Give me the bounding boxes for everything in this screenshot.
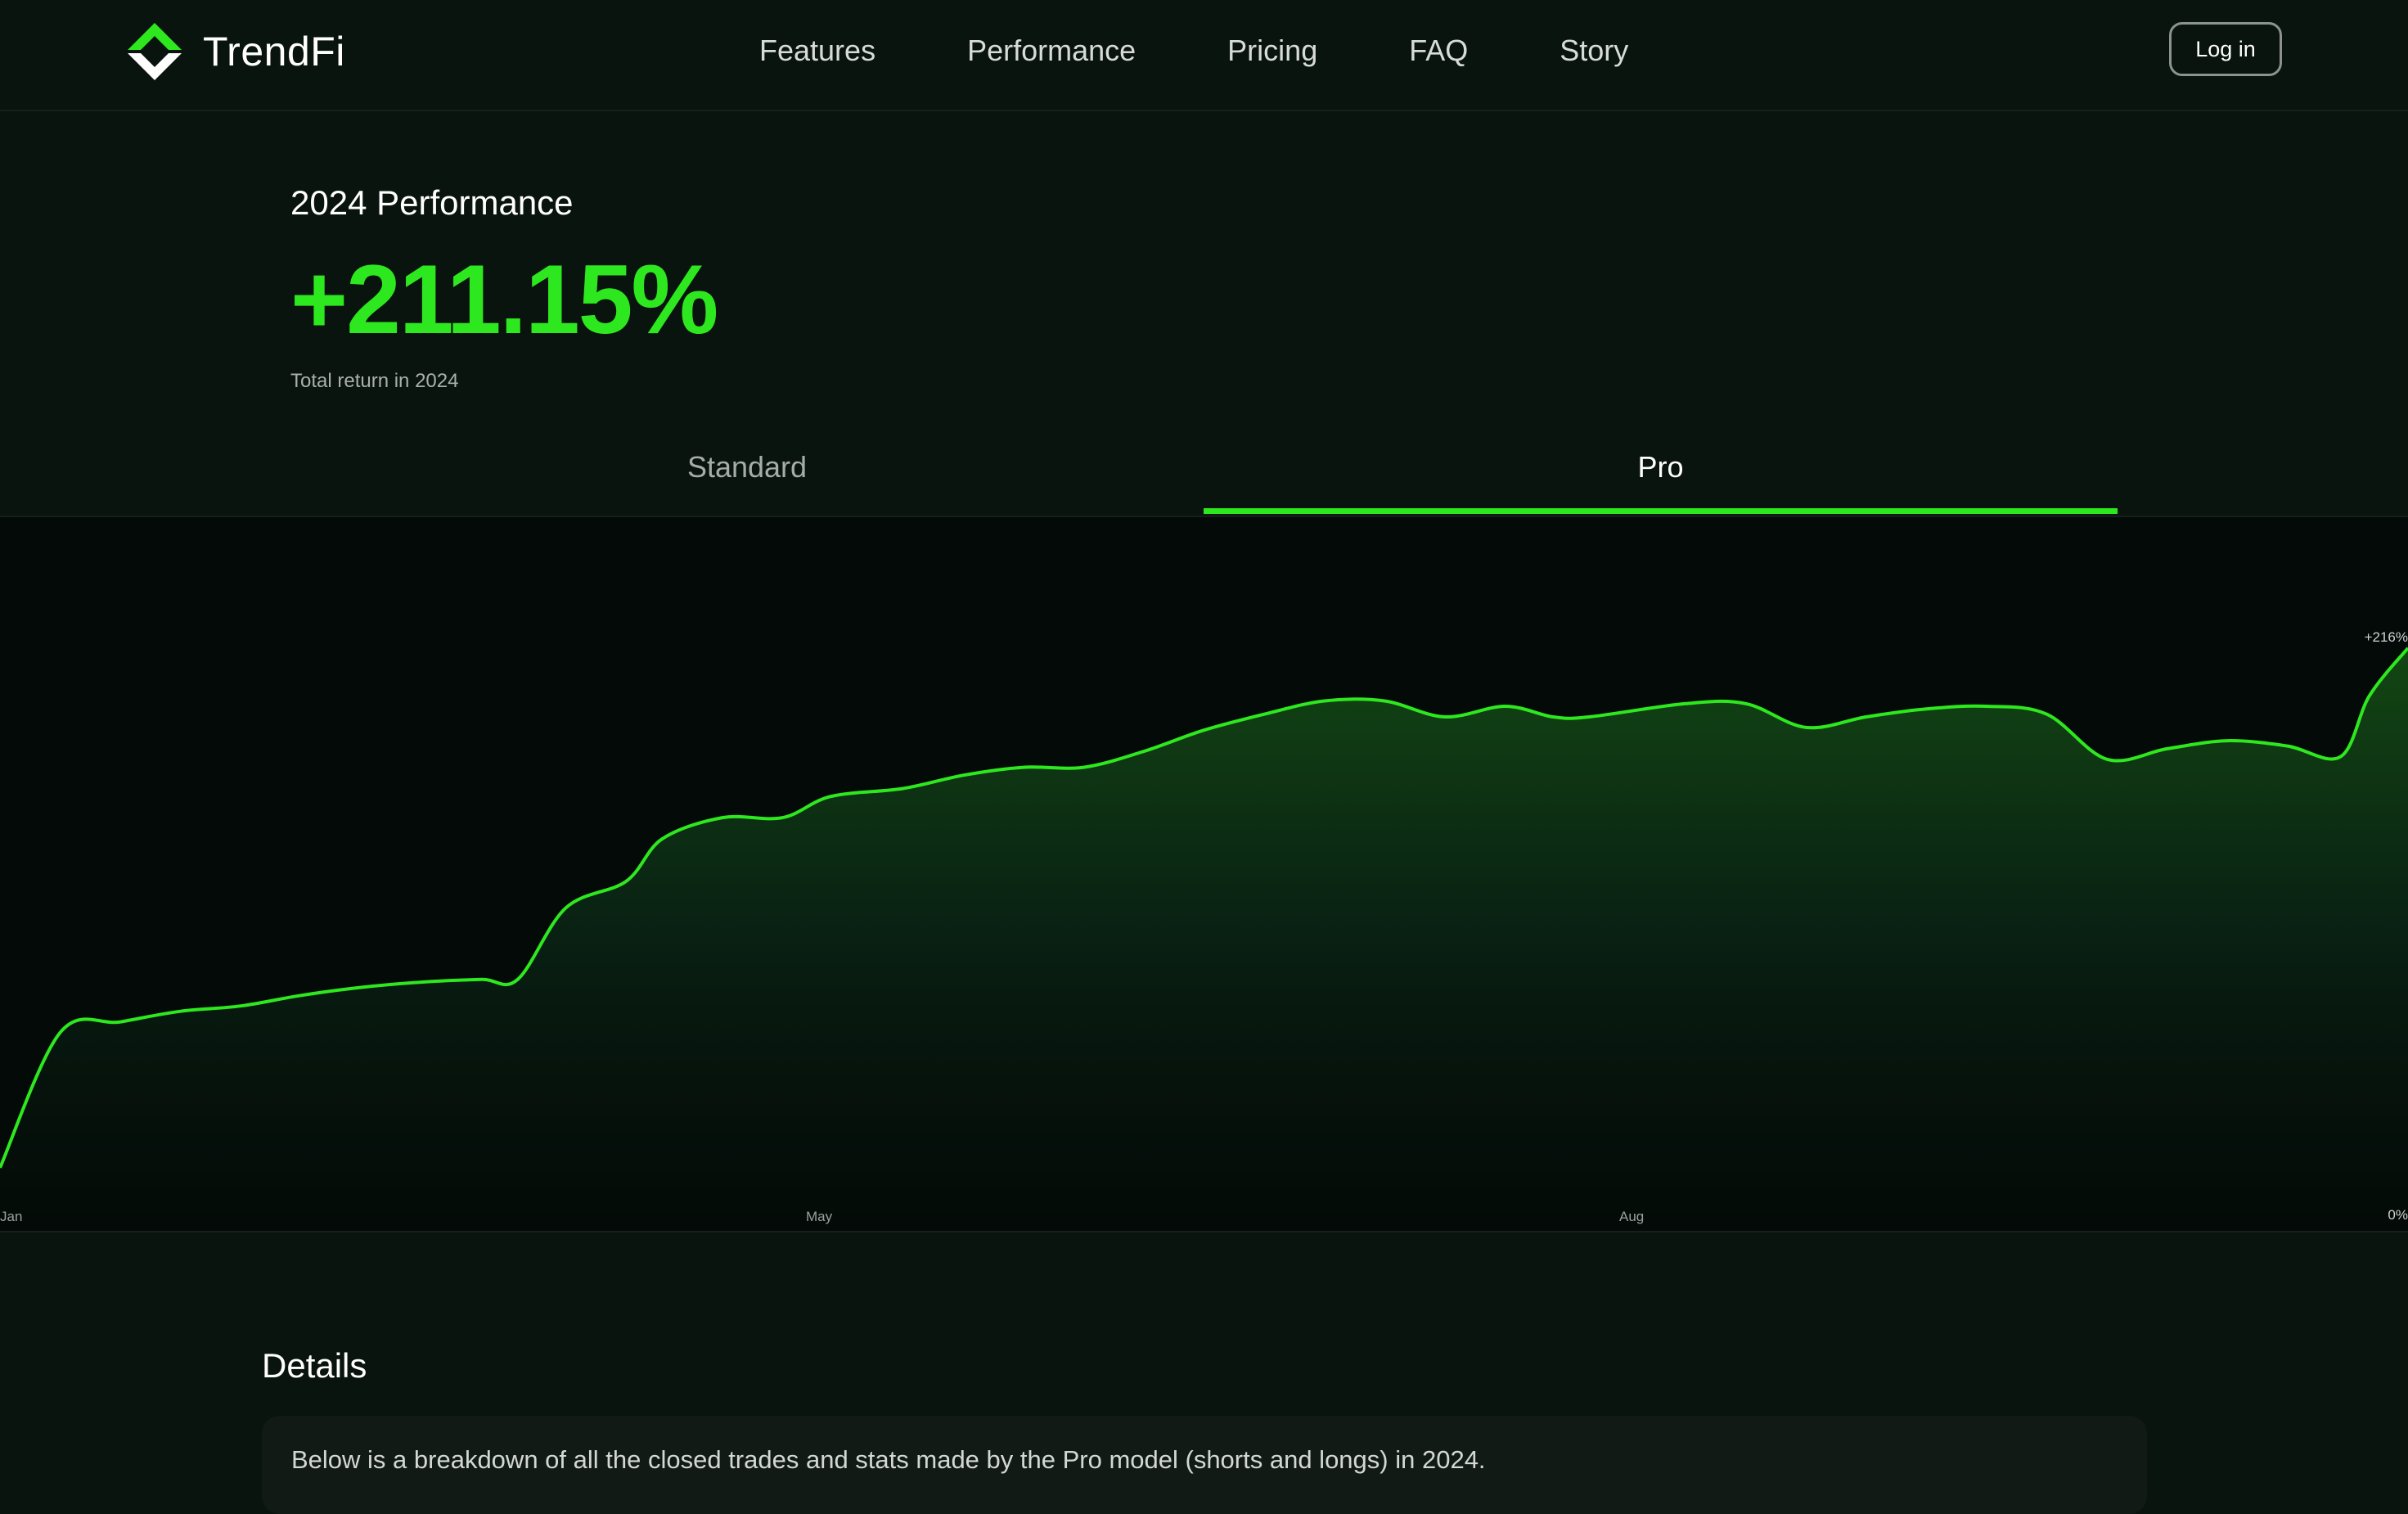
model-tabs: Standard Pro	[0, 434, 2408, 517]
details-description: Below is a breakdown of all the closed t…	[291, 1445, 1486, 1474]
details-title: Details	[262, 1346, 367, 1385]
tab-standard[interactable]: Standard	[291, 434, 1203, 514]
performance-chart: Jan May Aug +216% 0%	[0, 517, 2408, 1231]
x-tick-label-aug: Aug	[1619, 1209, 1644, 1224]
login-button[interactable]: Log in	[2169, 22, 2282, 76]
chart-area-fill	[0, 647, 2408, 1213]
performance-chart-svg: Jan May Aug +216% 0%	[0, 629, 2408, 1224]
nav-links: Features Performance Pricing FAQ Story	[759, 31, 1720, 70]
performance-value: +211.15%	[290, 245, 718, 354]
details-card: Below is a breakdown of all the closed t…	[262, 1416, 2147, 1514]
tab-pro[interactable]: Pro	[1204, 434, 2118, 514]
y-end-value-label: +216%	[2365, 629, 2408, 645]
nav-link-pricing[interactable]: Pricing	[1227, 31, 1317, 70]
performance-subtitle: Total return in 2024	[290, 370, 459, 392]
x-tick-label-jan: Jan	[0, 1209, 22, 1224]
trendfi-logo-icon	[128, 23, 182, 80]
x-tick-label-may: May	[806, 1209, 833, 1224]
nav-link-features[interactable]: Features	[759, 31, 875, 70]
chart-divider	[0, 1231, 2408, 1232]
performance-heading: 2024 Performance	[290, 183, 574, 222]
nav-link-faq[interactable]: FAQ	[1409, 31, 1468, 70]
top-nav: TrendFi Features Performance Pricing FAQ…	[0, 0, 2408, 111]
brand-name: TrendFi	[203, 29, 345, 74]
brand-logo[interactable]: TrendFi	[128, 23, 345, 80]
nav-link-story[interactable]: Story	[1560, 31, 1628, 70]
nav-link-performance[interactable]: Performance	[967, 31, 1136, 70]
y-zero-label: 0%	[2388, 1207, 2408, 1223]
